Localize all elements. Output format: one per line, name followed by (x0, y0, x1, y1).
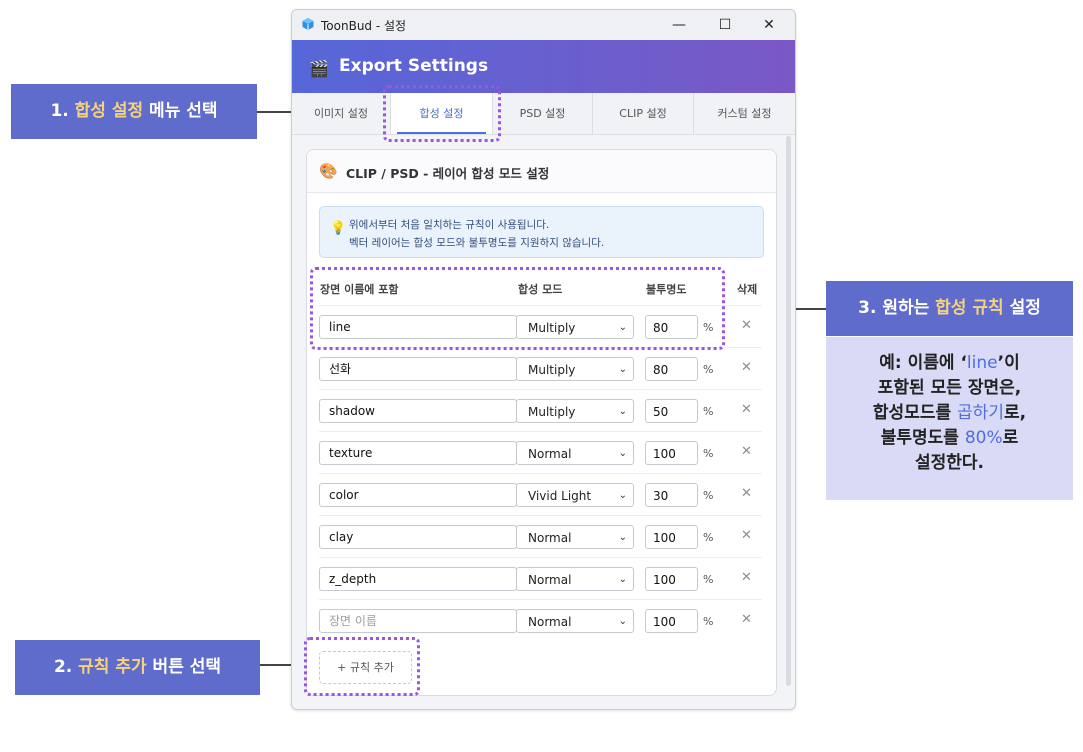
blend-mode-select[interactable]: Normal ⌄ (516, 525, 634, 549)
delete-rule-icon[interactable]: ✕ (741, 612, 752, 627)
tab-custom-settings[interactable]: 커스텀 설정 (694, 93, 795, 134)
settings-tabs: 이미지 설정 합성 설정 PSD 설정 CLIP 설정 커스텀 설정 (292, 93, 795, 135)
step3-highlight: 합성 규칙 (935, 298, 1004, 318)
step2-callout: 2. 규칙 추가 버튼 선택 (15, 640, 260, 695)
step3-prefix: 3. 원하는 (858, 298, 936, 318)
step1-highlight: 합성 설정 (74, 101, 144, 121)
delete-rule-icon[interactable]: ✕ (741, 402, 752, 417)
opacity-input[interactable]: 100 (645, 609, 698, 633)
percent-label: % (703, 531, 714, 544)
blend-mode-select[interactable]: Normal ⌄ (516, 567, 634, 591)
row-divider (319, 599, 762, 600)
example-line2: 포함된 모든 장면은, (877, 378, 1022, 398)
chevron-down-icon: ⌄ (618, 490, 627, 501)
scene-name-input[interactable]: color (319, 483, 517, 507)
card-title: CLIP / PSD - 레이어 합성 모드 설정 (346, 166, 550, 181)
tab-psd-settings[interactable]: PSD 설정 (493, 93, 593, 134)
tab-clip-settings[interactable]: CLIP 설정 (593, 93, 694, 134)
blend-mode-select[interactable]: Multiply ⌄ (516, 399, 634, 423)
tab-image-settings[interactable]: 이미지 설정 (292, 93, 391, 134)
percent-label: % (703, 573, 714, 586)
title-bar: ToonBud - 설정 — ☐ ✕ (292, 10, 795, 40)
blend-mode-select[interactable]: Normal ⌄ (516, 609, 634, 633)
clapperboard-icon: 🎬 (309, 59, 329, 78)
opacity-input[interactable]: 30 (645, 483, 698, 507)
step2-arrow (260, 659, 304, 671)
blend-mode-select[interactable]: Normal ⌄ (516, 441, 634, 465)
scene-name-input[interactable]: texture (319, 441, 517, 465)
chevron-down-icon: ⌄ (618, 406, 627, 417)
opacity-input[interactable]: 100 (645, 525, 698, 549)
step1-callout: 1. 합성 설정 메뉴 선택 (11, 84, 257, 139)
opacity-input[interactable]: 100 (645, 441, 698, 465)
percent-label: % (703, 447, 714, 460)
scrollbar[interactable] (786, 136, 791, 686)
scene-name-input[interactable]: z_depth (319, 567, 517, 591)
scene-name-input-empty[interactable]: 장면 이름 (319, 609, 517, 633)
info-line-2: 벡터 레이어는 합성 모드와 불투명도를 지원하지 않습니다. (349, 237, 605, 249)
palette-icon: 🎨 (319, 162, 338, 180)
scene-name-input[interactable]: clay (319, 525, 517, 549)
close-button[interactable]: ✕ (754, 14, 784, 36)
percent-label: % (703, 363, 714, 376)
minimize-button[interactable]: — (664, 14, 694, 36)
delete-rule-icon[interactable]: ✕ (741, 570, 752, 585)
opacity-input[interactable]: 100 (645, 567, 698, 591)
opacity-input[interactable]: 80 (645, 357, 698, 381)
example-line5: 설정한다. (914, 453, 985, 473)
example-line4: 불투명도를 80%로 (880, 428, 1019, 448)
highlight-add-rule (304, 637, 420, 696)
info-line-1: 위에서부터 처음 일치하는 규칙이 사용됩니다. (349, 219, 550, 231)
step2-prefix: 2. (53, 657, 79, 677)
maximize-button[interactable]: ☐ (710, 14, 740, 36)
step3-suffix: 설정 (1003, 298, 1041, 318)
step3-callout: 3. 원하는 합성 규칙 설정 (826, 281, 1073, 336)
export-settings-header: 🎬 Export Settings (292, 40, 795, 93)
step2-suffix: 버튼 선택 (146, 657, 222, 677)
percent-label: % (703, 615, 714, 628)
example-line1: 예: 이름에 ‘line’이 (879, 353, 1020, 373)
window-title: ToonBud - 설정 (321, 19, 407, 33)
delete-rule-icon[interactable]: ✕ (741, 528, 752, 543)
lightbulb-icon: 💡 (330, 221, 347, 236)
percent-label: % (703, 489, 714, 502)
row-divider (319, 557, 762, 558)
delete-rule-icon[interactable]: ✕ (741, 486, 752, 501)
row-divider (319, 431, 762, 432)
settings-window: ToonBud - 설정 — ☐ ✕ 🎬 Export Settings 이미지… (291, 9, 796, 710)
row-divider (319, 515, 762, 516)
blend-mode-card: 🎨 CLIP / PSD - 레이어 합성 모드 설정 💡 위에서부터 처음 일… (306, 149, 777, 696)
delete-rule-icon[interactable]: ✕ (741, 318, 752, 333)
row-divider (319, 473, 762, 474)
example-line3: 합성모드를 곱하기로, (872, 403, 1027, 423)
row-divider (319, 389, 762, 390)
scene-name-input[interactable]: shadow (319, 399, 517, 423)
scene-name-input[interactable]: 선화 (319, 357, 517, 381)
chevron-down-icon: ⌄ (618, 532, 627, 543)
percent-label: % (703, 405, 714, 418)
blend-mode-select[interactable]: Multiply ⌄ (516, 357, 634, 381)
column-header-delete: 삭제 (737, 283, 758, 296)
toonbud-app-icon (302, 18, 314, 30)
step1-prefix: 1. (50, 101, 75, 121)
highlight-rule-row (310, 267, 725, 350)
header-title: Export Settings (339, 56, 489, 76)
chevron-down-icon: ⌄ (618, 616, 627, 627)
delete-rule-icon[interactable]: ✕ (741, 360, 752, 375)
highlight-composite-tab (383, 85, 501, 142)
chevron-down-icon: ⌄ (618, 574, 627, 585)
opacity-input[interactable]: 50 (645, 399, 698, 423)
example-note: 예: 이름에 ‘line’이 포함된 모든 장면은, 합성모드를 곱하기로, 불… (826, 337, 1073, 500)
info-box: 💡 위에서부터 처음 일치하는 규칙이 사용됩니다. 벡터 레이어는 합성 모드… (319, 206, 764, 258)
delete-rule-icon[interactable]: ✕ (741, 444, 752, 459)
step2-highlight: 규칙 추가 (78, 657, 147, 677)
chevron-down-icon: ⌄ (618, 448, 627, 459)
chevron-down-icon: ⌄ (618, 364, 627, 375)
card-header: 🎨 CLIP / PSD - 레이어 합성 모드 설정 (307, 150, 776, 193)
step1-suffix: 메뉴 선택 (143, 101, 218, 121)
blend-mode-select[interactable]: Vivid Light ⌄ (516, 483, 634, 507)
